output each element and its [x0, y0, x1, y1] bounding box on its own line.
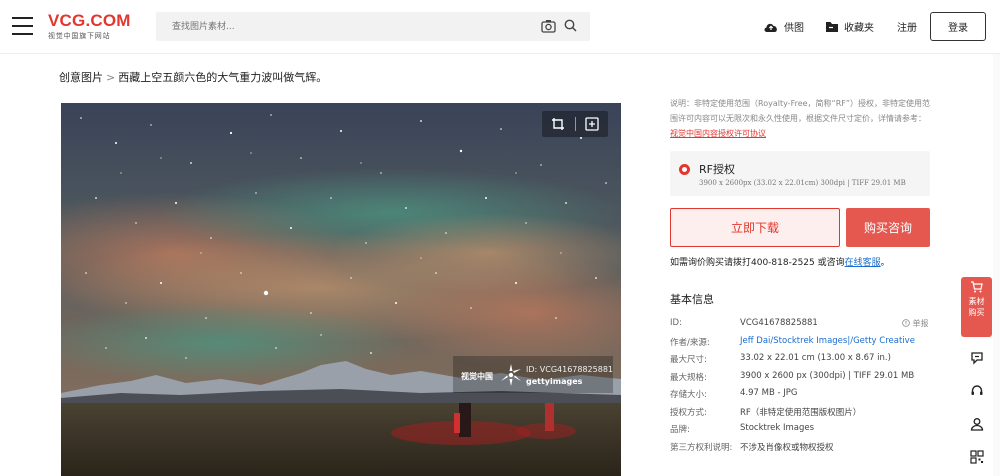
- license-agreement-link[interactable]: 视觉中国内容授权许可协议: [670, 129, 766, 138]
- contact-end: 。: [880, 258, 890, 268]
- watermark-getty: gettyimages: [526, 377, 583, 386]
- info-key: 最大尺寸:: [670, 355, 707, 365]
- rf-radio-button[interactable]: [679, 164, 690, 175]
- info-value: 4.97 MB - JPG: [740, 388, 798, 398]
- main-photo[interactable]: 视觉中国 ID: VCG41678825881 gettyimages: [61, 103, 621, 476]
- basic-info-title: 基本信息: [670, 293, 714, 306]
- headset-icon: [971, 384, 982, 395]
- cart-label-line2: 购买: [968, 308, 985, 317]
- qr-code-button[interactable]: [961, 440, 992, 473]
- purchase-consult-button[interactable]: 购买咨询: [846, 208, 930, 247]
- breadcrumb-separator: >: [106, 71, 116, 84]
- info-row-spec: 最大规格: 3900 x 2600 px (300dpi) | TIFF 29.…: [670, 371, 932, 389]
- logo-subtitle: 视觉中国旗下网站: [48, 32, 111, 40]
- search-icon[interactable]: [564, 19, 577, 32]
- user-button[interactable]: [961, 407, 992, 440]
- supply-link[interactable]: 供图: [763, 19, 804, 34]
- vcg-logo-icon: [501, 364, 521, 386]
- register-link[interactable]: 注册: [897, 19, 917, 34]
- favorites-link[interactable]: 收藏夹: [825, 19, 874, 34]
- watermark-id: ID: VCG41678825881: [526, 365, 614, 374]
- info-circle-icon: [902, 319, 910, 327]
- download-now-button[interactable]: 立即下载: [670, 208, 840, 247]
- breadcrumb: 创意图片 > 西藏上空五颜六色的大气重力波叫做气辉。: [59, 69, 327, 85]
- hamburger-menu-icon[interactable]: [12, 17, 33, 35]
- feedback-button[interactable]: [961, 341, 992, 374]
- license-title: RF授权: [699, 163, 735, 176]
- author-link[interactable]: Jeff Dai/Stocktrek Images|/Getty Creativ…: [740, 336, 915, 346]
- info-key: ID:: [670, 318, 682, 328]
- basic-info-table: ID: VCG41678825881 单报 作者/来源: Jeff Dai/St…: [670, 318, 932, 458]
- favorites-label: 收藏夹: [844, 23, 874, 34]
- report-link[interactable]: 单报: [902, 318, 929, 329]
- info-value: Stocktrek Images: [740, 423, 815, 433]
- top-header: VCG.COM 视觉中国旗下网站 供图 收藏夹 注册 登录: [0, 0, 1000, 54]
- qr-code-icon: [969, 449, 984, 464]
- site-logo[interactable]: VCG.COM 视觉中国旗下网站: [48, 12, 131, 41]
- info-value: 3900 x 2600 px (300dpi) | TIFF 29.01 MB: [740, 370, 915, 381]
- info-key: 作者/来源:: [670, 337, 710, 348]
- floating-sidebar: 素材 购买: [961, 277, 992, 473]
- watermark-cn: 视觉中国: [461, 372, 493, 381]
- info-key: 第三方权利说明:: [670, 442, 733, 453]
- contact-info: 如需询价购买请拨打400-818-2525 或咨询在线客服。: [670, 255, 890, 268]
- contact-text: 如需询价购买请拨打400-818-2525 或咨询: [670, 258, 845, 268]
- license-notice: 说明：非特定使用范围（Royalty-Free，简称“RF”）授权，非特定使用范…: [670, 96, 932, 141]
- info-value: 不涉及肖像权或物权授权: [740, 442, 834, 453]
- info-row-author: 作者/来源: Jeff Dai/Stocktrek Images|/Getty …: [670, 336, 932, 354]
- folder-icon: [826, 21, 838, 32]
- toolbar-divider: [575, 117, 576, 131]
- info-row-license: 授权方式: RF（非特定使用范围版权图片）: [670, 406, 932, 424]
- logo-text: VCG.COM: [48, 11, 131, 30]
- info-key: 品牌:: [670, 425, 690, 435]
- cloud-upload-icon: [764, 23, 777, 32]
- license-spec: 3900 x 2600px (33.02 x 22.01cm) 300dpi |…: [699, 179, 906, 187]
- info-row-storage: 存储大小: 4.97 MB - JPG: [670, 388, 932, 406]
- cart-label-line1: 素材: [968, 297, 985, 306]
- register-label: 注册: [897, 23, 917, 34]
- edit-feedback-icon: [970, 351, 983, 365]
- night-sky-image: [61, 103, 621, 476]
- info-key: 授权方式:: [670, 407, 707, 418]
- user-icon: [970, 417, 983, 431]
- info-value: 33.02 x 22.01 cm (13.00 x 8.67 in.): [740, 353, 891, 363]
- info-row-size: 最大尺寸: 33.02 x 22.01 cm (13.00 x 8.67 in.…: [670, 353, 932, 371]
- supply-label: 供图: [784, 23, 804, 34]
- info-value: VCG41678825881: [740, 318, 818, 328]
- cart-button[interactable]: 素材 购买: [961, 277, 992, 337]
- page-title: 西藏上空五颜六色的大气重力波叫做气辉。: [118, 71, 328, 84]
- customer-service-button[interactable]: [961, 374, 992, 407]
- crop-icon[interactable]: [551, 117, 565, 131]
- search-bar: [156, 12, 590, 41]
- info-value: RF（非特定使用范围版权图片）: [740, 407, 862, 418]
- license-option-rf[interactable]: RF授权 3900 x 2600px (33.02 x 22.01cm) 300…: [670, 151, 930, 196]
- cart-icon: [971, 281, 983, 293]
- camera-search-icon[interactable]: [541, 19, 556, 33]
- info-key: 最大规格:: [670, 372, 707, 383]
- report-label: 单报: [912, 319, 929, 328]
- info-row-rights: 第三方权利说明: 不涉及肖像权或物权授权: [670, 441, 932, 459]
- info-row-brand: 品牌: Stocktrek Images: [670, 423, 932, 441]
- add-to-collection-icon[interactable]: [585, 117, 599, 131]
- info-key: 存储大小:: [670, 390, 707, 400]
- breadcrumb-root[interactable]: 创意图片: [59, 71, 103, 84]
- info-row-id: ID: VCG41678825881 单报: [670, 318, 932, 336]
- online-service-link[interactable]: 在线客服: [845, 258, 881, 268]
- search-input[interactable]: [156, 12, 496, 41]
- watermark: 视觉中国 ID: VCG41678825881 gettyimages: [453, 356, 613, 393]
- login-button[interactable]: 登录: [930, 12, 986, 41]
- license-notice-text: 说明：非特定使用范围（Royalty-Free，简称“RF”）授权，非特定使用范…: [670, 99, 930, 123]
- page-scrollbar[interactable]: [993, 54, 1000, 476]
- photo-toolbar: [542, 111, 608, 137]
